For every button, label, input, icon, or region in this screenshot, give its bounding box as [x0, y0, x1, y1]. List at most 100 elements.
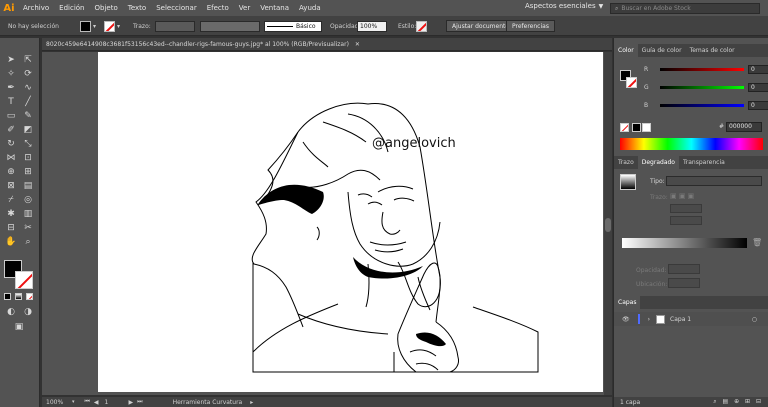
tab-stroke[interactable]: Trazo: [614, 156, 638, 169]
last-artboard-icon[interactable]: ⏭: [137, 398, 142, 406]
graph-tool-icon[interactable]: ▥: [21, 208, 35, 220]
first-artboard-icon[interactable]: ⏮: [85, 398, 90, 406]
eyedropper-icon[interactable]: ⌿: [4, 194, 18, 206]
stroke-swatch[interactable]: [104, 20, 115, 32]
tab-color-themes[interactable]: Temas de color: [686, 44, 739, 57]
selection-tool-icon[interactable]: ➤: [4, 54, 18, 66]
free-transform-icon[interactable]: ⊡: [21, 152, 35, 164]
lasso-icon[interactable]: ⟳: [21, 68, 35, 80]
tab-gradient[interactable]: Degradado: [637, 156, 679, 169]
eraser-icon[interactable]: ◩: [21, 124, 35, 136]
gradient-tool-icon[interactable]: ▤: [21, 180, 35, 192]
hex-value[interactable]: 000000: [726, 122, 762, 132]
menu-item[interactable]: Ayuda: [294, 4, 326, 12]
color-mode-button[interactable]: [4, 293, 11, 300]
menu-item[interactable]: Archivo: [18, 4, 54, 12]
curvature-tool-icon[interactable]: ∿: [21, 82, 35, 94]
portrait-illustration[interactable]: [98, 52, 603, 392]
vertical-scrollbar[interactable]: [604, 52, 612, 395]
magic-wand-icon[interactable]: ✧: [4, 68, 18, 80]
artboard-tool-icon[interactable]: ⊟: [4, 222, 18, 234]
chevron-right-icon[interactable]: ▸: [250, 399, 253, 406]
menu-item[interactable]: Ver: [234, 4, 255, 12]
zoom-level[interactable]: 100%: [46, 399, 72, 406]
variable-width-dropdown[interactable]: [200, 20, 260, 32]
slider-r[interactable]: R 0: [644, 64, 768, 74]
hand-tool-icon[interactable]: ✋: [4, 236, 18, 248]
panel-stroke-swatch[interactable]: [626, 77, 637, 88]
close-icon[interactable]: ✕: [355, 41, 360, 48]
fill-swatch[interactable]: [80, 20, 91, 32]
pen-tool-icon[interactable]: ✒: [4, 82, 18, 94]
white-swatch[interactable]: [642, 123, 651, 132]
menu-item[interactable]: Seleccionar: [151, 4, 202, 12]
screen-mode-icon[interactable]: ▣: [12, 321, 26, 333]
stroke-weight-field[interactable]: [155, 20, 195, 32]
gradient-preview[interactable]: [620, 174, 636, 190]
menu-item[interactable]: Edición: [54, 4, 89, 12]
stock-search-input[interactable]: ⌕ Buscar en Adobe Stock: [610, 3, 760, 14]
slider-g[interactable]: G 0: [644, 82, 768, 92]
chevron-down-icon[interactable]: ▾: [72, 399, 75, 405]
perspective-grid-icon[interactable]: ⊞: [21, 166, 35, 178]
width-tool-icon[interactable]: ⋈: [4, 152, 18, 164]
slider-value[interactable]: 0: [748, 100, 768, 110]
mesh-tool-icon[interactable]: ⊠: [4, 180, 18, 192]
target-icon[interactable]: ○: [752, 316, 757, 323]
artboard[interactable]: @angelovich: [98, 52, 603, 392]
symbol-sprayer-icon[interactable]: ✱: [4, 208, 18, 220]
artboard-signature-text[interactable]: @angelovich: [372, 136, 456, 151]
paintbrush-icon[interactable]: ✎: [21, 110, 35, 122]
gradient-angle-field[interactable]: [670, 204, 702, 213]
menu-item[interactable]: Ventana: [255, 4, 294, 12]
chevron-down-icon[interactable]: ▾: [117, 20, 120, 32]
draw-mode-icon[interactable]: ◐: [4, 306, 18, 318]
layer-row[interactable]: 👁 › Capa 1 ○: [614, 312, 768, 326]
canvas-area[interactable]: @angelovich: [42, 52, 604, 395]
eye-icon[interactable]: 👁: [622, 316, 630, 323]
scrollbar-thumb[interactable]: [605, 218, 611, 232]
brush-dropdown[interactable]: Básico: [264, 20, 322, 32]
gradient-type-dropdown[interactable]: [666, 176, 762, 186]
slice-tool-icon[interactable]: ✂: [21, 222, 35, 234]
chevron-down-icon[interactable]: ▾: [93, 20, 96, 32]
direct-selection-tool-icon[interactable]: ⇱: [21, 54, 35, 66]
menu-item[interactable]: Texto: [123, 4, 151, 12]
chevron-right-icon[interactable]: ›: [648, 316, 650, 323]
slider-b[interactable]: B 0: [644, 100, 768, 110]
gradient-opacity-field[interactable]: [668, 264, 700, 274]
menu-item[interactable]: Objeto: [90, 4, 123, 12]
opacity-field[interactable]: 100%: [357, 20, 387, 32]
trash-icon[interactable]: 🗑: [752, 238, 762, 247]
blend-tool-icon[interactable]: ◎: [21, 194, 35, 206]
gradient-location-field[interactable]: [668, 278, 700, 288]
tab-color[interactable]: Color: [614, 44, 638, 57]
document-tab[interactable]: 8020c459e6414908c3681f53156c43ed--chandl…: [42, 38, 612, 51]
adjust-document-button[interactable]: Ajustar documento: [446, 20, 516, 32]
shaper-tool-icon[interactable]: ✐: [4, 124, 18, 136]
gradient-mode-button[interactable]: [15, 293, 22, 300]
slider-value[interactable]: 0: [748, 82, 768, 92]
none-swatch[interactable]: [620, 123, 629, 132]
rotate-tool-icon[interactable]: ↻: [4, 138, 18, 150]
scale-tool-icon[interactable]: ⤡: [21, 138, 35, 150]
slider-value[interactable]: 0: [748, 64, 768, 74]
shape-builder-icon[interactable]: ⊕: [4, 166, 18, 178]
layers-action-icons[interactable]: ⌕ ▤ ⊕ ⊞ ⊟: [713, 398, 763, 406]
draw-inside-icon[interactable]: ◑: [21, 306, 35, 318]
type-tool-icon[interactable]: T: [4, 96, 18, 108]
next-artboard-icon[interactable]: ▶: [129, 399, 134, 406]
menu-item[interactable]: Efecto: [202, 4, 234, 12]
artboard-number[interactable]: 1: [105, 399, 125, 406]
black-swatch[interactable]: [632, 123, 641, 132]
style-swatch[interactable]: [416, 20, 427, 32]
stroke-color-box[interactable]: [15, 271, 33, 289]
zoom-tool-icon[interactable]: ⌕: [21, 236, 35, 248]
workspace-switcher[interactable]: Aspectos esenciales ▼: [525, 2, 603, 10]
tab-layers[interactable]: Capas: [614, 296, 641, 309]
line-tool-icon[interactable]: ╱: [21, 96, 35, 108]
none-mode-button[interactable]: [26, 293, 33, 300]
tab-transparency[interactable]: Transparencia: [679, 156, 729, 169]
rectangle-tool-icon[interactable]: ▭: [4, 110, 18, 122]
previous-artboard-icon[interactable]: ◀: [94, 399, 99, 406]
